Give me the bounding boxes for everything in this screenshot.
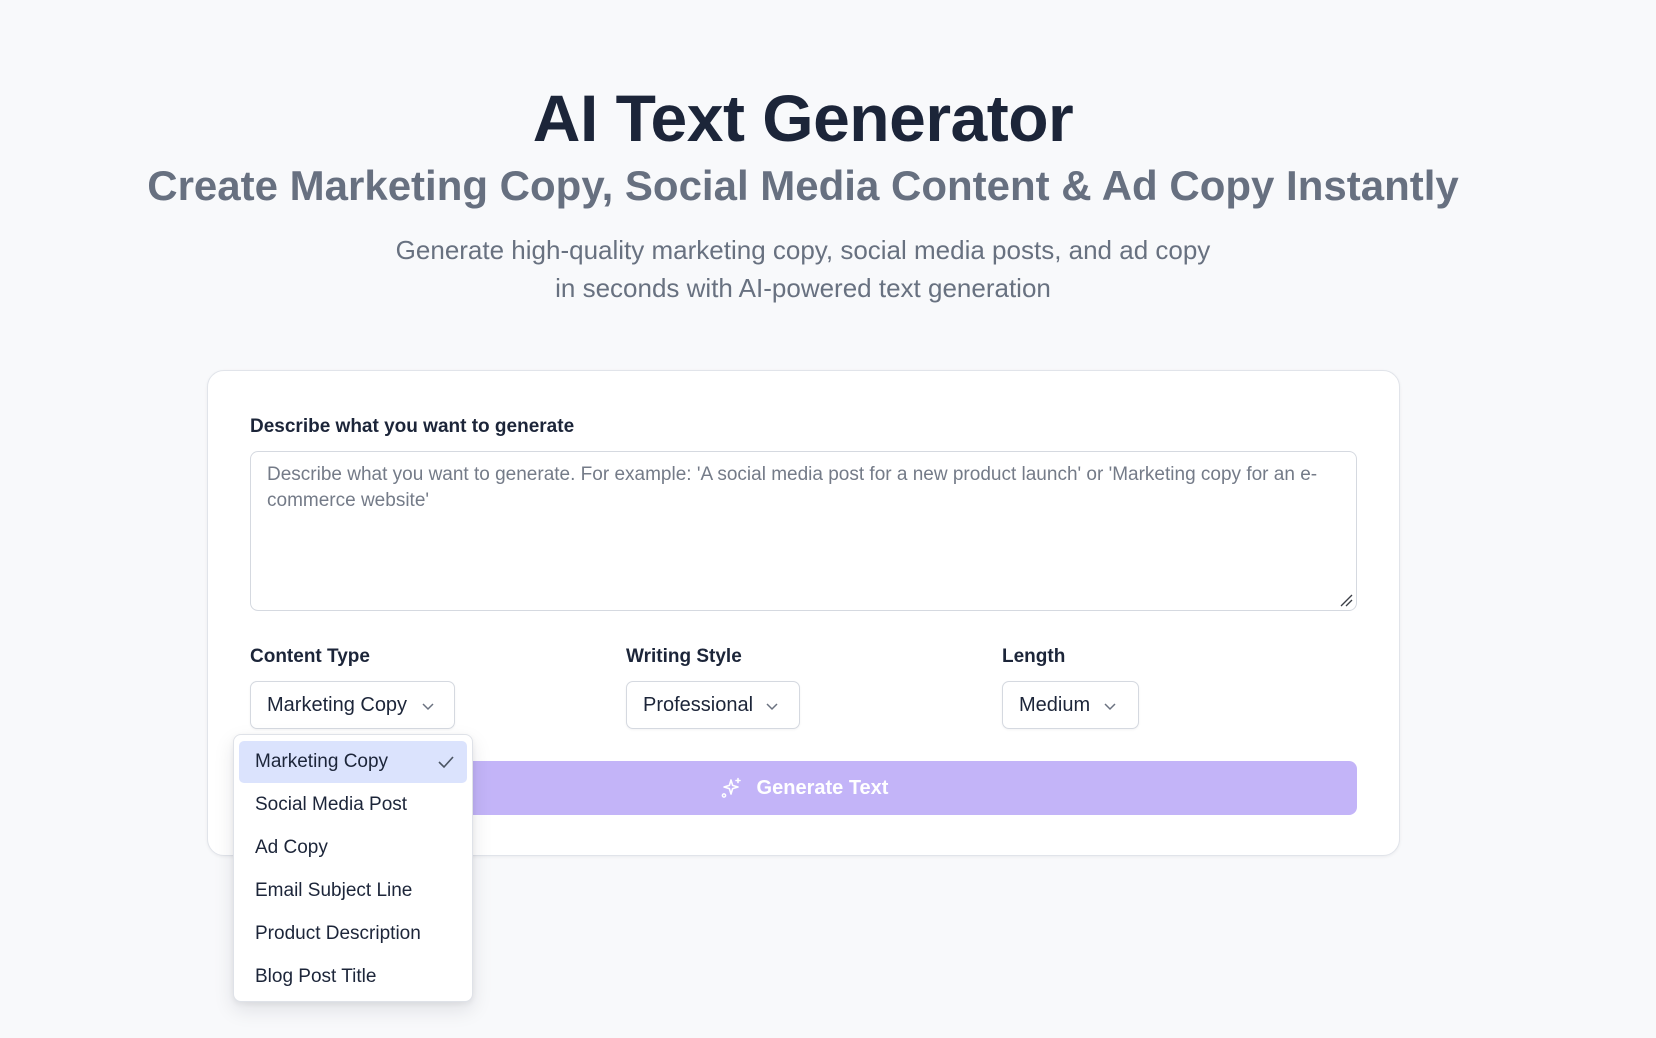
option-label: Product Description bbox=[255, 923, 421, 944]
option-label: Marketing Copy bbox=[255, 751, 389, 772]
option-blog-post-title[interactable]: Blog Post Title bbox=[239, 956, 467, 998]
option-email-subject-line[interactable]: Email Subject Line bbox=[239, 870, 467, 912]
chevron-down-icon bbox=[1104, 703, 1116, 711]
page-subtitle: Create Marketing Copy, Social Media Cont… bbox=[147, 162, 1459, 209]
option-label: Social Media Post bbox=[255, 794, 408, 815]
option-label: Ad Copy bbox=[255, 837, 328, 858]
content-type-select[interactable]: Marketing Copy bbox=[250, 681, 455, 729]
option-label: Blog Post Title bbox=[255, 966, 377, 987]
prompt-textarea[interactable] bbox=[250, 451, 1357, 611]
writing-style-value: Professional bbox=[643, 694, 754, 716]
length-select[interactable]: Medium bbox=[1002, 681, 1139, 729]
sparkles-icon bbox=[721, 777, 741, 798]
generate-button-label: Generate Text bbox=[756, 776, 889, 799]
option-marketing-copy[interactable]: Marketing Copy bbox=[239, 741, 467, 783]
option-label: Email Subject Line bbox=[255, 880, 413, 901]
content-type-dropdown: Marketing Copy Social Media Post Ad Copy… bbox=[233, 734, 473, 1002]
content-type-label: Content Type bbox=[250, 646, 370, 667]
resize-handle-icon[interactable] bbox=[1339, 593, 1353, 607]
check-icon bbox=[438, 756, 454, 769]
writing-style-label: Writing Style bbox=[626, 646, 742, 667]
length-value: Medium bbox=[1019, 694, 1091, 716]
option-social-media-post[interactable]: Social Media Post bbox=[239, 784, 467, 826]
writing-style-select[interactable]: Professional bbox=[626, 681, 800, 729]
content-type-value: Marketing Copy bbox=[267, 694, 408, 716]
page-title: AI Text Generator bbox=[532, 81, 1074, 155]
description-line-1: Generate high-quality marketing copy, so… bbox=[395, 235, 1211, 265]
prompt-label: Describe what you want to generate bbox=[250, 416, 575, 437]
length-label: Length bbox=[1002, 646, 1066, 667]
chevron-down-icon bbox=[766, 703, 778, 711]
option-ad-copy[interactable]: Ad Copy bbox=[239, 827, 467, 869]
description-line-2: in seconds with AI-powered text generati… bbox=[555, 273, 1051, 303]
chevron-down-icon bbox=[422, 703, 434, 711]
page-description: Generate high-quality marketing copy, so… bbox=[0, 231, 1606, 307]
option-product-description[interactable]: Product Description bbox=[239, 913, 467, 955]
